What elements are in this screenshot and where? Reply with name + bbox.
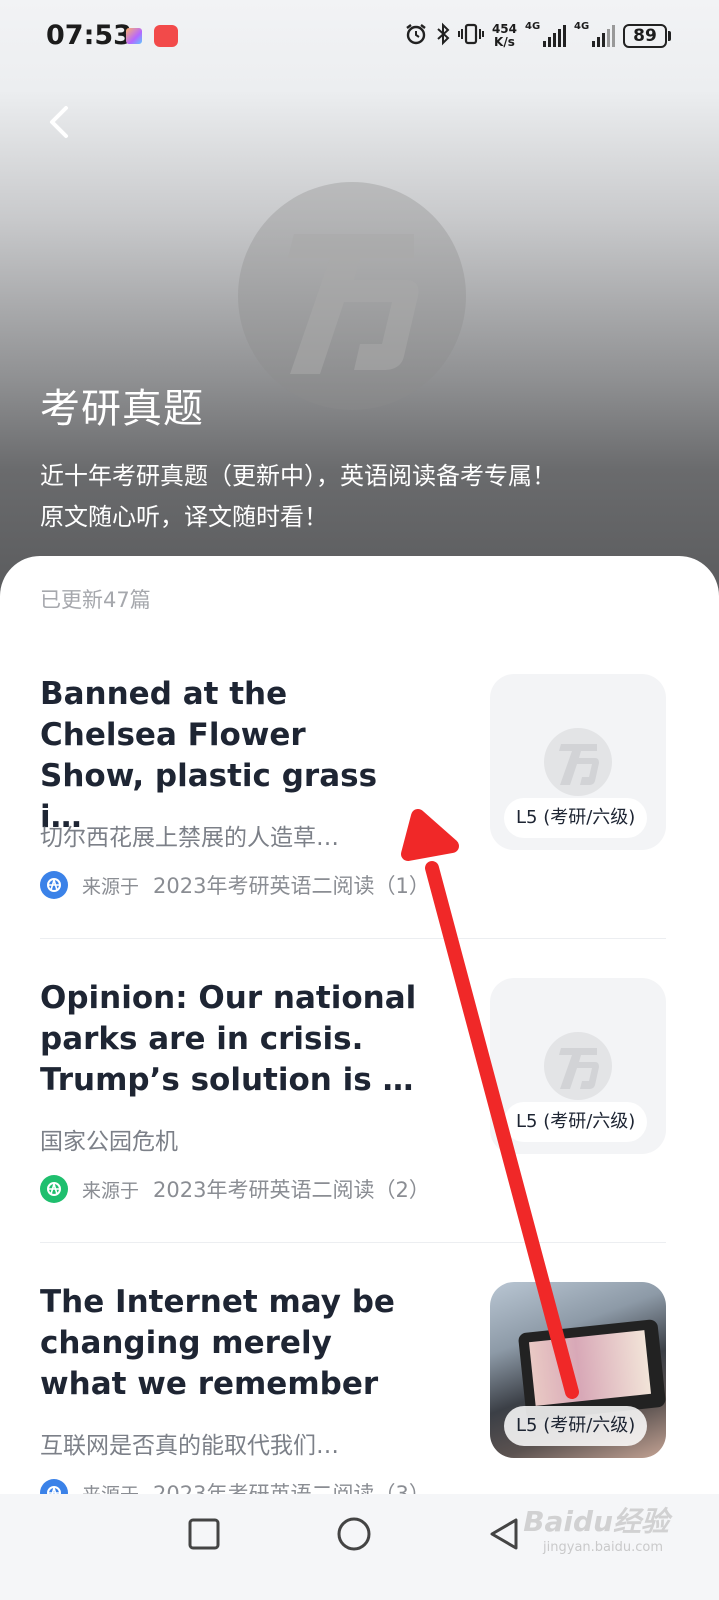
article-title: Opinion: Our national parks are in crisi… [40, 980, 417, 1098]
description-line: 原文随心听，译文随时看！ [40, 503, 328, 531]
update-count: 已更新47篇 [40, 588, 151, 612]
app-notification-icon [154, 25, 178, 47]
network-type-label: 4G [525, 21, 541, 32]
article-title: Banned at the Chelsea Flower Show, plast… [40, 676, 378, 835]
page-description: 近十年考研真题（更新中），英语阅读备考专属！ 原文随心听，译文随时看！ [40, 456, 690, 538]
source-label: 来源于 [82, 875, 140, 898]
level-badge: L5 (考研/六级) [504, 1102, 648, 1142]
article-source: 来源于 2023年考研英语二阅读（1） [40, 870, 440, 900]
square-icon [188, 1518, 220, 1550]
article-thumbnail: L5 (考研/六级) [490, 674, 666, 850]
source-icon [40, 1175, 68, 1203]
placeholder-logo-icon [544, 728, 612, 796]
watermark-url: jingyan.baidu.com [543, 1540, 663, 1555]
level-badge: L5 (考研/六级) [504, 1406, 648, 1446]
divider [40, 1242, 666, 1243]
recent-apps-button[interactable] [184, 1514, 224, 1554]
alarm-icon [404, 22, 428, 51]
network-speed: 454 K/s [492, 23, 517, 49]
article-title: The Internet may be changing merely what… [40, 1284, 395, 1402]
description-line: 近十年考研真题（更新中），英语阅读备考专属！ [40, 462, 556, 490]
article-thumbnail: L5 (考研/六级) [490, 1282, 666, 1458]
chevron-left-icon [50, 106, 68, 138]
home-button[interactable] [334, 1514, 374, 1554]
article-list-panel: 已更新47篇 Banned at the Chelsea Flower Show… [0, 556, 719, 1600]
article-subtitle: 互联网是否真的能取代我们… [40, 1433, 339, 1459]
circle-icon [337, 1517, 371, 1551]
app-notification-icon [126, 28, 142, 44]
status-bar: 07:53 454 K/s 4G 4G 89 [0, 0, 719, 76]
brand-logo [238, 182, 466, 410]
watermark-brand: Baidu经验 [523, 1505, 669, 1538]
status-icons: 454 K/s 4G 4G 89 [404, 18, 671, 54]
page-title: 考研真题 [40, 386, 204, 432]
network-type-label: 4G [574, 21, 590, 32]
battery-icon: 89 [623, 24, 671, 48]
bluetooth-icon [436, 22, 450, 51]
network-speed-value: 454 [491, 22, 517, 36]
source-icon [40, 871, 68, 899]
article-subtitle: 切尔西花展上禁展的人造草… [40, 825, 339, 851]
placeholder-logo-icon [544, 1032, 612, 1100]
status-time: 07:53 [46, 20, 132, 51]
article-source: 来源于 2023年考研英语二阅读（2） [40, 1174, 440, 1204]
network-speed-unit: K/s [494, 35, 515, 49]
signal-strength-icon: 4G [525, 21, 566, 47]
level-badge: L5 (考研/六级) [504, 798, 648, 838]
source-name: 2023年考研英语二阅读（2） [153, 1178, 430, 1202]
article-subtitle: 国家公园危机 [40, 1129, 178, 1155]
article-thumbnail: L5 (考研/六级) [490, 978, 666, 1154]
back-button[interactable] [42, 100, 78, 144]
source-label: 来源于 [82, 1179, 140, 1202]
source-name: 2023年考研英语二阅读（1） [153, 874, 430, 898]
signal-strength-icon: 4G [574, 21, 615, 47]
vibrate-icon [457, 22, 484, 51]
system-back-button[interactable] [484, 1514, 524, 1554]
battery-level: 89 [623, 24, 667, 48]
triangle-back-icon [490, 1518, 518, 1550]
divider [40, 938, 666, 939]
